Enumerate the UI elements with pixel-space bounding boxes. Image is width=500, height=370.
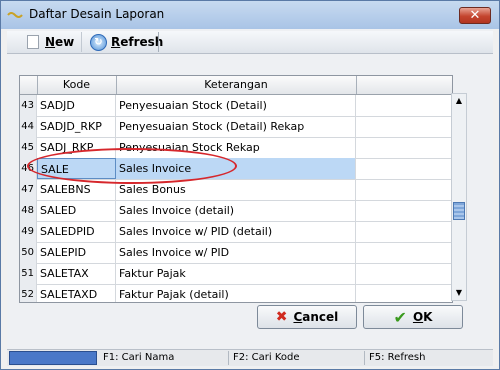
table-row[interactable]: 43 SADJD Penyesuaian Stock (Detail) <box>20 95 452 117</box>
new-label: New <box>45 35 75 49</box>
checkmark-icon: ✔ <box>393 307 407 327</box>
title-bar[interactable]: Daftar Desain Laporan ✕ <box>1 1 499 29</box>
row-number: 43 <box>20 95 37 116</box>
cancel-button[interactable]: ✖ Cancel <box>257 305 357 329</box>
status-f2: F2: Cari Kode <box>229 351 365 365</box>
row-number: 52 <box>20 284 37 302</box>
close-button[interactable]: ✕ <box>459 7 491 24</box>
window: Daftar Desain Laporan ✕ New ↻ Refresh Ko… <box>0 0 500 370</box>
cell-kode: SALED <box>37 200 116 221</box>
table-row[interactable]: 44 SADJD_RKP Penyesuaian Stock (Detail) Re… <box>20 116 452 138</box>
row-number: 51 <box>20 263 37 284</box>
cell-kode: SADJD <box>37 95 116 116</box>
cell-keterangan: Faktur Pajak (detail) <box>116 284 356 302</box>
vertical-scrollbar[interactable]: ▲ ▼ <box>451 93 467 301</box>
refresh-label: Refresh <box>111 35 164 49</box>
table-row[interactable]: 51 SALETAX Faktur Pajak <box>20 263 452 285</box>
new-button[interactable]: New <box>27 33 74 51</box>
table-row[interactable]: 48 SALED Sales Invoice (detail) <box>20 200 452 222</box>
row-number-header <box>20 76 38 94</box>
window-title: Daftar Desain Laporan <box>29 7 165 21</box>
status-indicator <box>9 351 97 365</box>
scroll-up-icon[interactable]: ▲ <box>452 94 466 108</box>
annotation-ellipse <box>27 148 237 184</box>
cell-keterangan: Sales Invoice (detail) <box>116 200 356 221</box>
status-bar: F1: Cari Nama F2: Cari Kode F5: Refresh <box>7 349 493 366</box>
table-row[interactable]: 52 SALETAXD Faktur Pajak (detail) <box>20 284 452 302</box>
close-icon: ✕ <box>469 8 481 23</box>
report-grid[interactable]: Kode Keterangan 43 SADJD Penyesuaian Stock… <box>19 75 453 303</box>
status-f5: F5: Refresh <box>369 352 426 363</box>
scrollbar-thumb[interactable] <box>453 202 465 220</box>
table-row[interactable]: 49 SALEDPID Sales Invoice w/ PID (detail) <box>20 221 452 243</box>
table-row[interactable]: 47 SALEBNS Sales Bonus <box>20 179 452 201</box>
cell-keterangan: Faktur Pajak <box>116 263 356 284</box>
row-number: 44 <box>20 116 37 137</box>
cell-kode: SADJD_RKP <box>37 116 116 137</box>
row-number: 48 <box>20 200 37 221</box>
cancel-x-icon: ✖ <box>275 309 288 325</box>
cancel-label: Cancel <box>293 310 339 324</box>
grid-header: Kode Keterangan <box>20 76 452 95</box>
toolbar-separator <box>81 32 82 52</box>
row-number: 50 <box>20 242 37 263</box>
column-header-kode[interactable]: Kode <box>37 76 117 94</box>
ok-label: OK <box>412 310 433 324</box>
table-row[interactable]: 50 SALEPID Sales Invoice w/ PID <box>20 242 452 264</box>
column-header-keterangan[interactable]: Keterangan <box>116 76 357 94</box>
cell-keterangan: Sales Invoice w/ PID <box>116 242 356 263</box>
scroll-down-icon[interactable]: ▼ <box>452 286 466 300</box>
refresh-icon: ↻ <box>90 33 107 51</box>
cell-kode: SALETAX <box>37 263 116 284</box>
refresh-button[interactable]: ↻ Refresh <box>90 33 163 51</box>
ok-button[interactable]: ✔ OK <box>363 305 463 329</box>
new-document-icon <box>27 35 39 49</box>
row-number: 49 <box>20 221 37 242</box>
toolbar-separator <box>158 32 159 52</box>
status-f1: F1: Cari Nama <box>99 351 229 365</box>
cell-kode: SALEPID <box>37 242 116 263</box>
toolbar: New ↻ Refresh <box>7 31 493 54</box>
cell-kode: SALEDPID <box>37 221 116 242</box>
cell-keterangan: Penyesuaian Stock (Detail) <box>116 95 356 116</box>
cell-keterangan: Sales Invoice w/ PID (detail) <box>116 221 356 242</box>
row-number: 45 <box>20 137 37 158</box>
app-icon <box>7 12 23 18</box>
cell-keterangan: Penyesuaian Stock (Detail) Rekap <box>116 116 356 137</box>
cell-kode: SALETAXD <box>37 284 116 302</box>
row-number: 47 <box>20 179 37 200</box>
